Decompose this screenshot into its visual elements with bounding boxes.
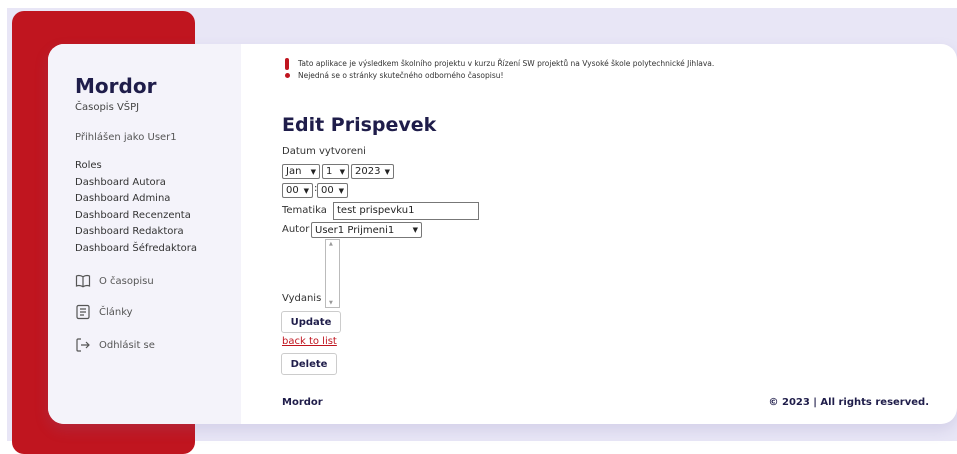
year-value: 2023 bbox=[355, 166, 381, 177]
sidebar-item-roles[interactable]: Roles bbox=[75, 158, 197, 175]
notice-line-2: Nejedná se o stránky skutečného odbornéh… bbox=[298, 71, 504, 80]
sidebar-item-about-label: O časopisu bbox=[99, 275, 154, 287]
chevron-down-icon: ▼ bbox=[310, 167, 316, 176]
sidebar-item-dashboard-redaktora[interactable]: Dashboard Redaktora bbox=[75, 224, 197, 241]
month-value: Jan bbox=[286, 166, 302, 177]
sidebar-item-logout[interactable]: Odhlásit se bbox=[75, 337, 155, 353]
hour-value: 00 bbox=[286, 185, 299, 196]
sidebar-item-dashboard-recenzenta[interactable]: Dashboard Recenzenta bbox=[75, 208, 197, 225]
document-list-icon bbox=[76, 304, 90, 320]
day-value: 1 bbox=[326, 166, 333, 177]
sidebar-item-articles[interactable]: Články bbox=[75, 304, 133, 320]
book-open-icon bbox=[75, 274, 91, 288]
sidebar: Mordor Časopis VŠPJ Přihlášen jako User1… bbox=[48, 44, 241, 424]
sidebar-item-logout-label: Odhlásit se bbox=[99, 339, 155, 351]
logged-in-status: Přihlášen jako User1 bbox=[75, 132, 177, 143]
month-select[interactable]: Jan ▼ bbox=[282, 164, 320, 179]
minute-value: 00 bbox=[321, 185, 334, 196]
minute-select[interactable]: 00 ▼ bbox=[317, 183, 348, 198]
scroll-up-icon[interactable]: ▲ bbox=[329, 241, 333, 247]
autor-value: User1 Prijmeni1 bbox=[315, 224, 395, 236]
hour-select[interactable]: 00 ▼ bbox=[282, 183, 313, 198]
chevron-down-icon: ▼ bbox=[338, 186, 344, 195]
delete-button[interactable]: Delete bbox=[281, 353, 337, 375]
main-card: Mordor Časopis VŠPJ Přihlášen jako User1… bbox=[48, 44, 957, 424]
sidebar-nav: Roles Dashboard Autora Dashboard Admina … bbox=[75, 158, 197, 257]
logout-arrow-icon bbox=[76, 338, 90, 352]
autor-label: Autor bbox=[282, 224, 310, 235]
notice-line-1: Tato aplikace je výsledkem školního proj… bbox=[298, 59, 715, 68]
footer-copyright: © 2023 | All rights reserved. bbox=[768, 397, 930, 408]
update-button[interactable]: Update bbox=[281, 311, 341, 333]
tematika-label: Tematika bbox=[282, 205, 327, 216]
sidebar-item-dashboard-autora[interactable]: Dashboard Autora bbox=[75, 175, 197, 192]
scroll-down-icon[interactable]: ▼ bbox=[329, 300, 333, 306]
notice-text: Tato aplikace je výsledkem školního proj… bbox=[298, 58, 714, 82]
sidebar-item-articles-label: Články bbox=[99, 306, 133, 318]
tematika-input[interactable]: test prispevku1 bbox=[333, 202, 479, 220]
chevron-down-icon: ▼ bbox=[303, 186, 309, 195]
sidebar-item-about[interactable]: O časopisu bbox=[75, 273, 154, 289]
autor-select[interactable]: User1 Prijmeni1 ▼ bbox=[311, 222, 422, 238]
date-label: Datum vytvoreni bbox=[282, 146, 366, 157]
brand-title[interactable]: Mordor bbox=[75, 74, 156, 98]
vydanis-listbox[interactable]: ▲ ▼ bbox=[325, 239, 340, 308]
project-notice: Tato aplikace je výsledkem školního proj… bbox=[283, 58, 714, 82]
main-content: Tato aplikace je výsledkem školního proj… bbox=[241, 44, 957, 424]
day-select[interactable]: 1 ▼ bbox=[322, 164, 349, 179]
back-to-list-link[interactable]: back to list bbox=[282, 336, 337, 347]
year-select[interactable]: 2023 ▼ bbox=[351, 164, 394, 179]
vydanis-label: Vydanis bbox=[282, 293, 322, 304]
footer-brand: Mordor bbox=[282, 397, 323, 408]
exclamation-icon bbox=[283, 58, 292, 80]
chevron-down-icon: ▼ bbox=[339, 167, 345, 176]
sidebar-item-dashboard-sefredaktora[interactable]: Dashboard Šéfredaktora bbox=[75, 241, 197, 258]
sidebar-item-dashboard-admina[interactable]: Dashboard Admina bbox=[75, 191, 197, 208]
chevron-down-icon: ▼ bbox=[412, 226, 418, 234]
brand-subtitle: Časopis VŠPJ bbox=[75, 102, 140, 113]
page-title: Edit Prispevek bbox=[282, 114, 437, 136]
chevron-down-icon: ▼ bbox=[384, 167, 390, 176]
